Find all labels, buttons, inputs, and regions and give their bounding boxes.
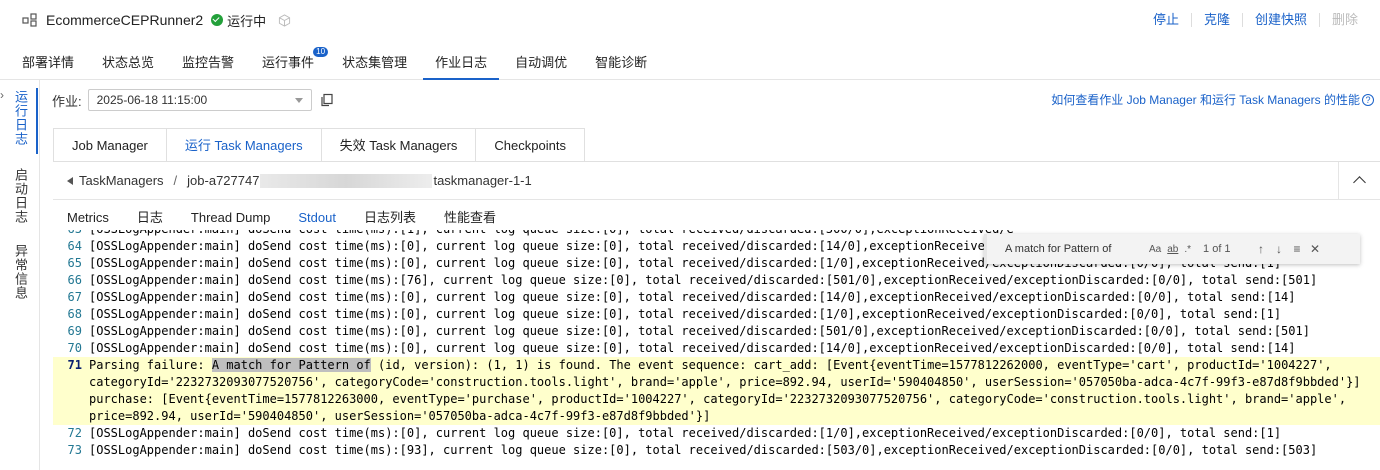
match-case-icon[interactable]: Aa [1149, 244, 1161, 255]
tab-runtime-events-label: 运行事件 [262, 55, 315, 70]
line-text: [OSSLogAppender:main] doSend cost time(m… [89, 341, 1296, 355]
breadcrumb: TaskManagers / job-a727747 taskmanager-1… [53, 162, 1380, 200]
main-tabs: 部署详情 状态总览 监控告警 运行事件 10 状态集管理 作业日志 自动调优 智… [0, 44, 1380, 80]
tab-smart-diagnosis[interactable]: 智能诊断 [583, 44, 659, 80]
tab-failed-task-managers[interactable]: 失效 Task Managers [320, 128, 476, 162]
tab-log-list[interactable]: 日志列表 [350, 204, 430, 232]
log-line: 66 [OSSLogAppender:main] doSend cost tim… [53, 272, 1380, 289]
find-input[interactable]: A match for Pattern of [1005, 243, 1149, 255]
line-number: 73 [67, 443, 82, 457]
job-run-value: 2025-06-18 11:15:00 [96, 93, 208, 107]
collapse-up-icon[interactable] [1338, 162, 1380, 200]
whole-word-icon[interactable]: ab [1167, 244, 1178, 255]
close-icon[interactable]: ✕ [1307, 241, 1323, 257]
tab-state-set-management[interactable]: 状态集管理 [330, 44, 419, 80]
stop-button[interactable]: 停止 [1141, 13, 1192, 27]
highlighted-log-line: 71 Parsing failure: A match for Pattern … [53, 357, 1380, 425]
log-line: 68 [OSSLogAppender:main] doSend cost tim… [53, 306, 1380, 323]
line-number: 71 [67, 358, 82, 372]
tab-checkpoints[interactable]: Checkpoints [475, 128, 585, 162]
line-number: 72 [67, 426, 82, 440]
breadcrumb-taskmanager: taskmanager-1-1 [433, 173, 532, 188]
caret-down-icon [294, 97, 303, 103]
line-number: 70 [67, 341, 82, 355]
search-match: A match for Pattern of [211, 358, 371, 372]
tab-performance[interactable]: 性能查看 [430, 204, 510, 232]
tab-monitoring-alerts[interactable]: 监控告警 [170, 44, 246, 80]
line-number: 68 [67, 307, 82, 321]
performance-help-text: 如何查看作业 Job Manager 和运行 Task Managers 的性能 [1051, 93, 1360, 107]
tab-thread-dump[interactable]: Thread Dump [177, 204, 284, 232]
job-name: EcommerceCEPRunner2 [46, 12, 204, 28]
log-view-tabs: Metrics 日志 Thread Dump Stdout 日志列表 性能查看 [53, 204, 510, 232]
line-text: [OSSLogAppender:main] doSend cost time(m… [89, 307, 1282, 321]
question-circle-icon: ? [1362, 93, 1374, 106]
tab-job-logs[interactable]: 作业日志 [423, 44, 500, 80]
delete-button[interactable]: 删除 [1320, 13, 1370, 27]
clone-button[interactable]: 克隆 [1192, 13, 1243, 27]
events-count-badge: 10 [313, 47, 329, 57]
breadcrumb-job-prefix: job-a727747 [187, 173, 260, 188]
rail-item-startup-logs[interactable]: 启动日志 [13, 168, 30, 224]
line-text: [OSSLogAppender:main] doSend cost time(m… [89, 443, 1318, 457]
regex-icon[interactable]: .* [1184, 244, 1191, 255]
breadcrumb-root[interactable]: TaskManagers [79, 173, 164, 188]
top-header: EcommerceCEPRunner2 运行中 停止 克隆 创建快照 删除 [0, 0, 1380, 40]
tab-stdout[interactable]: Stdout [284, 204, 350, 232]
job-selector-label: 作业: [52, 93, 82, 109]
copy-icon[interactable] [320, 93, 334, 107]
log-line: 72 [OSSLogAppender:main] doSend cost tim… [53, 425, 1380, 442]
log-line: 70 [OSSLogAppender:main] doSend cost tim… [53, 340, 1380, 357]
log-line: 73 [OSSLogAppender:main] doSend cost tim… [53, 442, 1380, 459]
line-text: [OSSLogAppender:main] doSend cost time(m… [89, 239, 1014, 253]
find-widget: A match for Pattern of Aa ab .* 1 of 1 ↑… [984, 234, 1360, 264]
job-selector-row: 作业: 2025-06-18 11:15:00 [52, 88, 334, 112]
previous-match-arrow-icon[interactable]: ↑ [1253, 241, 1269, 257]
performance-help-link[interactable]: 如何查看作业 Job Manager 和运行 Task Managers 的性能… [1051, 91, 1374, 108]
line-number: 67 [67, 290, 82, 304]
tab-metrics[interactable]: Metrics [53, 204, 123, 232]
rail-item-running-logs[interactable]: 运行日志 [13, 90, 30, 146]
line-number: 63 [53, 230, 89, 238]
back-arrow-icon[interactable] [67, 176, 73, 185]
status-text: 运行中 [227, 13, 267, 29]
job-run-select[interactable]: 2025-06-18 11:15:00 [87, 89, 312, 111]
line-number: 65 [67, 256, 82, 270]
tab-logs[interactable]: 日志 [123, 204, 177, 232]
tab-runtime-events[interactable]: 运行事件 10 [250, 44, 329, 80]
line-text: [OSSLogAppender:main] doSend cost time(m… [89, 324, 1310, 338]
line-number: 66 [67, 273, 82, 287]
redacted-block [260, 173, 433, 188]
breadcrumb-separator: / [173, 173, 178, 188]
tab-job-manager[interactable]: Job Manager [53, 128, 166, 162]
line-text: Parsing failure: A match for Pattern of … [89, 357, 1369, 425]
cube-icon [279, 13, 291, 27]
job-actions: 停止 克隆 创建快照 删除 [1141, 0, 1370, 40]
find-in-selection-icon[interactable]: ≡ [1289, 241, 1305, 257]
status-badge: 运行中 [211, 11, 266, 30]
running-check-icon [211, 14, 224, 26]
create-snapshot-button[interactable]: 创建快照 [1243, 13, 1320, 27]
log-type-rail: › 运行日志 启动日志 异常信息 [0, 80, 40, 470]
next-match-arrow-icon[interactable]: ↓ [1271, 241, 1287, 257]
line-text: [OSSLogAppender:main] doSend cost time(m… [89, 290, 1296, 304]
match-count: 1 of 1 [1203, 243, 1231, 255]
manager-tabs: Job Manager 运行 Task Managers 失效 Task Man… [53, 128, 585, 162]
tab-running-task-managers[interactable]: 运行 Task Managers [165, 128, 321, 162]
line-text: [OSSLogAppender:main] doSend cost time(m… [89, 273, 1318, 287]
stdout-log-viewer[interactable]: 63 [OSSLogAppender:main] doSend cost tim… [53, 230, 1380, 470]
tab-status-overview[interactable]: 状态总览 [90, 44, 166, 80]
rail-item-exceptions[interactable]: 异常信息 [13, 244, 30, 300]
line-text-before: Parsing failure: [89, 358, 212, 372]
rail-active-indicator [36, 88, 38, 154]
line-text: [OSSLogAppender:main] doSend cost time(m… [89, 426, 1282, 440]
tab-auto-tuning[interactable]: 自动调优 [503, 44, 579, 80]
tab-deployment-details[interactable]: 部署详情 [10, 44, 86, 80]
line-number: 64 [67, 239, 82, 253]
line-text: [OSSLogAppender:main] doSend cost time(m… [89, 230, 1014, 238]
line-number: 69 [67, 324, 82, 338]
job-flow-icon [22, 13, 37, 27]
log-line: 69 [OSSLogAppender:main] doSend cost tim… [53, 323, 1380, 340]
log-line: 67 [OSSLogAppender:main] doSend cost tim… [53, 289, 1380, 306]
